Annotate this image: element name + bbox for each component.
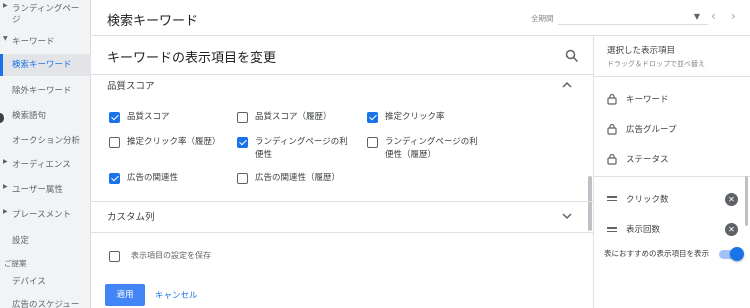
save-settings-label: 表示項目の設定を保存: [131, 251, 211, 260]
remove-column-icon[interactable]: ✕: [725, 193, 738, 206]
divider: [594, 176, 750, 177]
checkbox-expected-ctr[interactable]: [367, 112, 378, 123]
dropdown-caret-icon: ▼: [693, 12, 700, 21]
option-label: ランディングページの利 便性（履歴）: [385, 137, 478, 160]
checkbox-ad-relevance-history[interactable]: [237, 173, 248, 184]
drag-handle-icon[interactable]: [607, 196, 617, 202]
page-header: 検索キーワード 全期間 ▼ ‹ ›: [91, 0, 750, 36]
expand-arrow-icon: ▶: [3, 183, 8, 190]
save-settings-checkbox[interactable]: [109, 251, 120, 262]
selected-columns-title: 選択した表示項目: [607, 46, 676, 56]
option-label: 広告の関連性（履歴）: [255, 173, 341, 183]
locked-column-label: 広告グループ: [626, 125, 677, 135]
selected-columns-subtitle: ドラッグ＆ドロップで並べ替え: [607, 60, 705, 68]
date-range-label: 全期間: [531, 14, 554, 23]
drag-handle-icon[interactable]: [607, 227, 617, 233]
divider: [594, 76, 750, 77]
option-label: 推定クリック率: [385, 112, 445, 122]
checkbox-quality-score-history[interactable]: [237, 112, 248, 123]
divider: [91, 74, 593, 75]
expand-arrow-icon: ▶: [3, 158, 8, 165]
sidebar-item-search-keywords[interactable]: 検索キーワード: [0, 54, 91, 76]
lock-icon: [607, 153, 617, 165]
option-label: 品質スコア（履歴）: [255, 112, 332, 122]
section-quality-score[interactable]: 品質スコア: [107, 78, 155, 92]
sidebar-edge-handle: [0, 113, 4, 123]
expand-arrow-icon: ▶: [3, 208, 8, 215]
scrollbar[interactable]: [745, 176, 748, 226]
recommended-columns-label: 表におすすめの表示項目を表示: [604, 249, 709, 258]
chevron-left-icon[interactable]: ‹: [711, 9, 716, 23]
expand-arrow-icon: ▶: [3, 2, 8, 9]
remove-column-icon[interactable]: ✕: [725, 223, 738, 236]
sidebar-section-recommendations: ご提案: [4, 259, 27, 268]
option-label: 広告の関連性: [127, 173, 179, 183]
checkbox-ad-relevance[interactable]: [109, 173, 120, 184]
scrollbar[interactable]: [588, 176, 592, 231]
selected-column-label: 表示回数: [626, 225, 661, 235]
option-label: 推定クリック率（履歴）: [127, 137, 221, 147]
locked-column-label: キーワード: [626, 95, 669, 105]
column-editor-dialog: キーワードの表示項目を変更 品質スコア 品質スコア 品質スコア（履歴） 推定クリ…: [91, 36, 750, 308]
collapse-arrow-icon: ▼: [3, 35, 8, 42]
dialog-title: キーワードの表示項目を変更: [107, 51, 277, 66]
chevron-right-icon[interactable]: ›: [731, 9, 736, 23]
selected-column-label: クリック数: [626, 195, 669, 205]
chevron-down-icon[interactable]: [561, 210, 573, 222]
lock-icon: [607, 123, 617, 135]
date-range-dropdown[interactable]: ▼: [558, 12, 708, 25]
apply-button[interactable]: 適用: [105, 284, 145, 306]
checkbox-landing-page-experience-history[interactable]: [367, 137, 378, 148]
search-icon[interactable]: [565, 49, 579, 63]
checkbox-landing-page-experience[interactable]: [237, 137, 248, 148]
lock-icon: [607, 93, 617, 105]
locked-column-label: ステータス: [626, 155, 669, 165]
divider: [91, 201, 593, 202]
divider: [91, 232, 593, 233]
toggle-knob[interactable]: [730, 247, 744, 261]
sidebar-nav: ▶ ランディングペー ジ ▼ キーワード 検索キーワード 除外キーワード 検索語…: [0, 0, 91, 308]
option-label: 品質スコア: [127, 112, 170, 122]
page-title: 検索キーワード: [107, 14, 199, 29]
chevron-up-icon[interactable]: [561, 79, 573, 91]
section-custom-columns[interactable]: カスタム列: [107, 209, 155, 223]
cancel-button[interactable]: キャンセル: [155, 289, 198, 301]
option-label: ランディングページの利 便性: [255, 137, 348, 160]
checkbox-expected-ctr-history[interactable]: [109, 137, 120, 148]
checkbox-quality-score[interactable]: [109, 112, 120, 123]
